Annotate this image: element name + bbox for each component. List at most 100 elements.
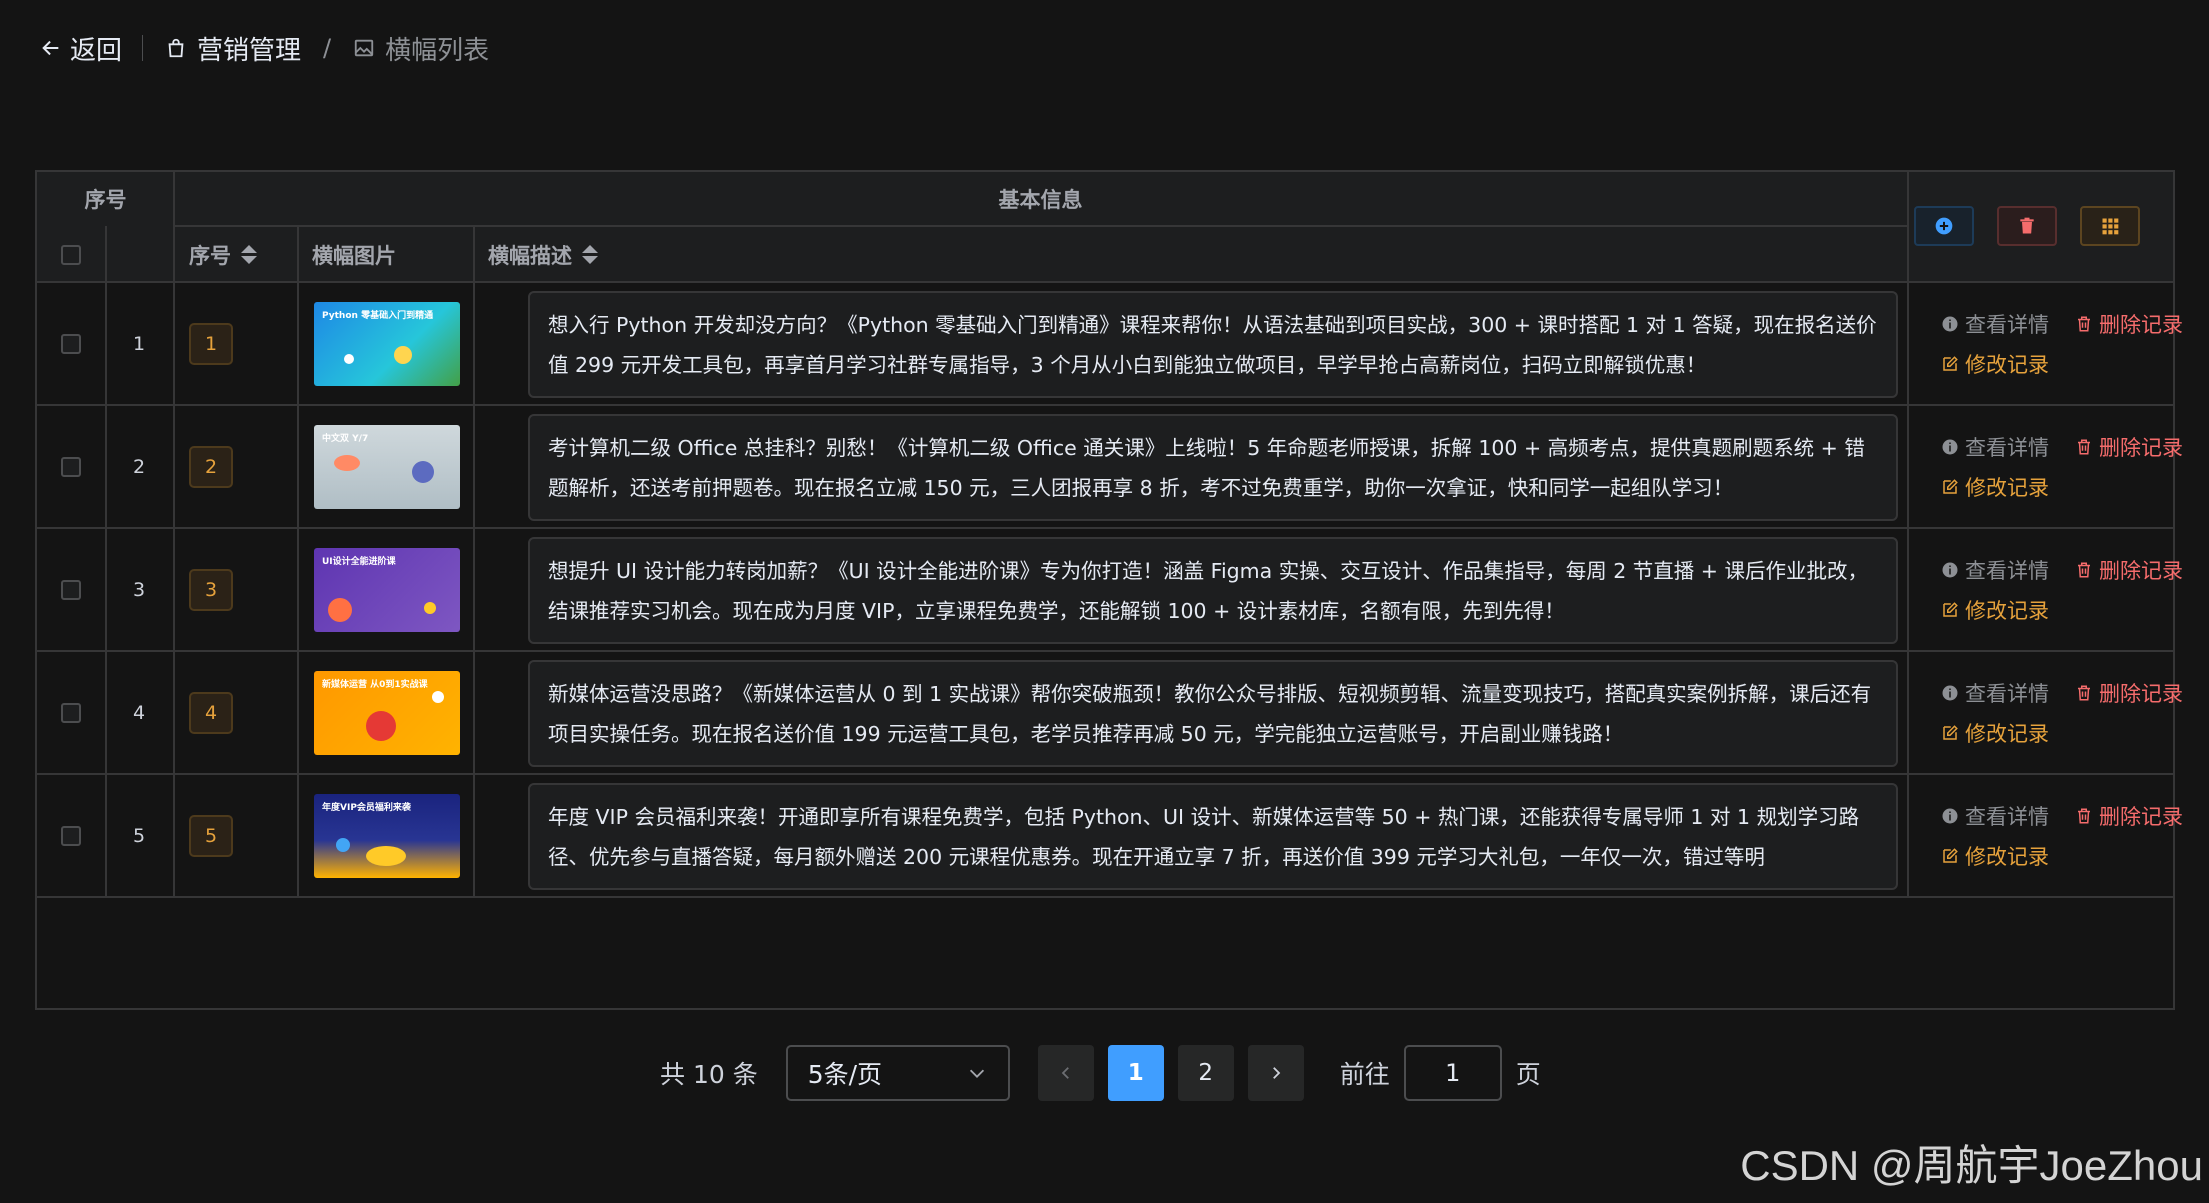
edit-icon — [1943, 356, 1958, 371]
row-checkbox[interactable] — [61, 825, 81, 846]
row-seq-cell: 5 — [189, 775, 297, 896]
banner-thumbnail-title: 年度VIP会员福利来袭 — [322, 802, 411, 813]
batch-delete-button[interactable] — [1997, 206, 2057, 246]
goto-page-input[interactable] — [1403, 1045, 1502, 1101]
sort-icon[interactable] — [582, 245, 598, 264]
delete-record-label: 删除记录 — [2099, 559, 2183, 583]
row-actions: 查看详情 删除记录 修改记录 — [1905, 283, 2183, 404]
next-page-button[interactable] — [1247, 1045, 1304, 1101]
column-settings-button[interactable] — [2080, 206, 2140, 246]
thumb-decoration — [334, 454, 360, 471]
edit-record-button[interactable]: 修改记录 — [1941, 841, 2049, 871]
banner-thumbnail-title: 新媒体运营 从0到1实战课 — [322, 679, 428, 690]
goto-label: 前往 — [1339, 1060, 1390, 1089]
shopping-bag-icon — [168, 38, 184, 58]
column-header-desc[interactable]: 横幅描述 — [488, 226, 598, 283]
row-checkbox[interactable] — [61, 456, 81, 477]
trash-icon — [2078, 316, 2090, 332]
edit-icon — [1943, 848, 1958, 863]
grid-icon — [2102, 218, 2119, 235]
group-header-basic-info: 基本信息 — [998, 188, 1083, 212]
seq-tag: 2 — [189, 445, 234, 488]
view-detail-label: 查看详情 — [1965, 436, 2049, 460]
delete-record-button[interactable]: 删除记录 — [2075, 555, 2183, 585]
thumb-decoration — [412, 460, 434, 483]
info-icon — [1942, 808, 1958, 824]
trash-icon — [2078, 439, 2090, 455]
thumb-decoration — [344, 353, 354, 364]
cell-divider — [173, 406, 175, 527]
edit-icon — [1943, 602, 1958, 617]
info-icon — [1942, 562, 1958, 578]
chevron-down-icon — [969, 1069, 984, 1078]
delete-record-button[interactable]: 删除记录 — [2075, 678, 2183, 708]
edit-record-button[interactable]: 修改记录 — [1941, 472, 2049, 502]
row-actions: 查看详情 删除记录 修改记录 — [1905, 775, 2183, 896]
cell-divider — [173, 652, 175, 773]
banner-thumbnail[interactable]: UI设计全能进阶课 — [314, 547, 460, 632]
cell-divider — [473, 775, 475, 896]
page-button-1[interactable]: 1 — [1107, 1045, 1164, 1101]
thumb-decoration — [432, 690, 444, 703]
edit-record-button[interactable]: 修改记录 — [1941, 349, 2049, 379]
header-divider — [173, 172, 175, 283]
column-header-desc-label: 横幅描述 — [488, 243, 572, 268]
row-select-cell — [37, 652, 105, 773]
breadcrumb: 返回 营销管理 / 横幅列表 — [40, 28, 489, 68]
row-index: 5 — [132, 824, 146, 847]
delete-record-label: 删除记录 — [2099, 436, 2183, 460]
trash-icon — [2078, 808, 2090, 824]
banner-thumbnail-title: 中文双 Y/7 — [322, 433, 369, 444]
row-image-cell: 新媒体运营 从0到1实战课 — [314, 652, 473, 773]
row-select-cell — [37, 406, 105, 527]
delete-record-button[interactable]: 删除记录 — [2075, 309, 2183, 339]
view-detail-button[interactable]: 查看详情 — [1941, 801, 2049, 831]
trash-icon — [2020, 217, 2034, 234]
page-button-2[interactable]: 2 — [1177, 1045, 1234, 1101]
breadcrumb-item-marketing[interactable]: 营销管理 — [165, 30, 301, 67]
view-detail-button[interactable]: 查看详情 — [1941, 432, 2049, 462]
row-checkbox[interactable] — [61, 579, 81, 600]
delete-record-button[interactable]: 删除记录 — [2075, 801, 2183, 831]
edit-record-button[interactable]: 修改记录 — [1941, 718, 2049, 748]
prev-page-button[interactable] — [1037, 1045, 1094, 1101]
breadcrumb-item-banner-list: 横幅列表 — [353, 30, 489, 67]
seq-tag: 3 — [189, 568, 234, 611]
cell-divider — [473, 283, 475, 404]
banner-thumbnail[interactable]: 新媒体运营 从0到1实战课 — [314, 670, 460, 755]
row-index-cell: 2 — [105, 406, 173, 527]
edit-record-button[interactable]: 修改记录 — [1941, 595, 2049, 625]
banner-thumbnail-title: UI设计全能进阶课 — [322, 556, 396, 567]
table-row: 2 2 中文双 Y/7 考计算机二级 Office 总挂科？别愁！《计算机二级 … — [37, 406, 2183, 529]
back-button[interactable]: 返回 — [40, 30, 122, 67]
row-index: 3 — [132, 578, 146, 601]
delete-record-button[interactable]: 删除记录 — [2075, 432, 2183, 462]
banner-description: 想提升 UI 设计能力转岗加薪？《UI 设计全能进阶课》专为你打造！涵盖 Fig… — [528, 537, 1898, 644]
cell-divider — [173, 529, 175, 650]
edit-record-label: 修改记录 — [1965, 722, 2049, 746]
sort-icon[interactable] — [241, 245, 257, 264]
page-size-select[interactable]: 5条/页 — [785, 1045, 1010, 1101]
banner-thumbnail[interactable]: Python 零基础入门到精通 — [314, 301, 460, 386]
add-button[interactable] — [1914, 206, 1974, 246]
banner-thumbnail[interactable]: 年度VIP会员福利来袭 — [314, 793, 460, 878]
view-detail-button[interactable]: 查看详情 — [1941, 555, 2049, 585]
select-all-checkbox[interactable] — [61, 244, 81, 265]
row-seq-cell: 4 — [189, 652, 297, 773]
banner-thumbnail[interactable]: 中文双 Y/7 — [314, 424, 460, 509]
row-index-cell: 3 — [105, 529, 173, 650]
view-detail-button[interactable]: 查看详情 — [1941, 309, 2049, 339]
row-checkbox[interactable] — [61, 333, 81, 354]
breadcrumb-separator: / — [323, 34, 332, 62]
page-size-value: 5条/页 — [807, 1060, 883, 1089]
view-detail-button[interactable]: 查看详情 — [1941, 678, 2049, 708]
row-image-cell: 年度VIP会员福利来袭 — [314, 775, 473, 896]
row-checkbox[interactable] — [61, 702, 81, 723]
seq-tag: 4 — [189, 691, 234, 734]
row-select-cell — [37, 775, 105, 896]
table-row: 3 3 UI设计全能进阶课 想提升 UI 设计能力转岗加薪？《UI 设计全能进阶… — [37, 529, 2183, 652]
view-detail-label: 查看详情 — [1965, 559, 2049, 583]
column-header-seq[interactable]: 序号 — [189, 226, 257, 283]
row-actions: 查看详情 删除记录 修改记录 — [1905, 406, 2183, 527]
banner-description: 新媒体运营没思路？《新媒体运营从 0 到 1 实战课》帮你突破瓶颈！教你公众号排… — [528, 660, 1898, 767]
